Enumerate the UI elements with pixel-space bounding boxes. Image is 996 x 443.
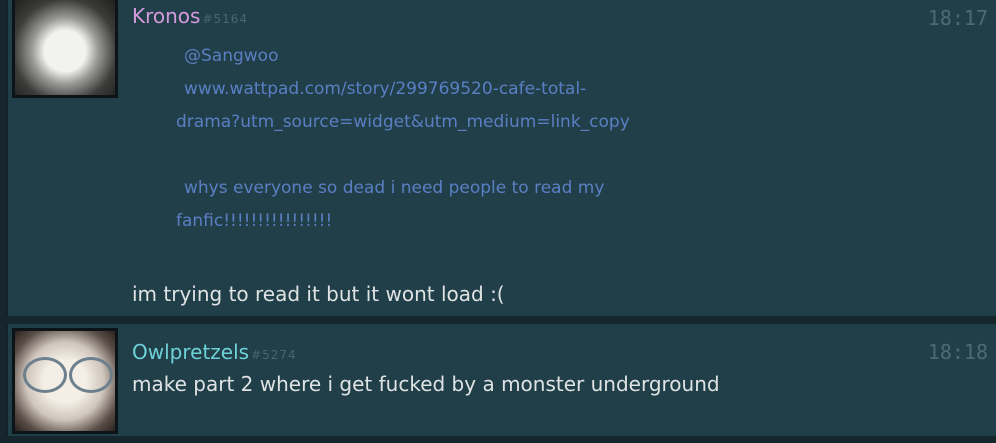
- quote-text-continued: fanfic!!!!!!!!!!!!!!!!: [176, 211, 333, 231]
- avatar[interactable]: [12, 0, 118, 98]
- quoted-message: @Sangwoo www.wattpad.com/story/299769520…: [176, 40, 816, 238]
- glasses-lens: [69, 357, 113, 393]
- link[interactable]: www.wattpad.com/story/299769520-cafe-tot…: [176, 73, 816, 106]
- chat-message: Owlpretzels #5274 18:18 make part 2 where…: [6, 324, 996, 436]
- avatar[interactable]: [12, 328, 118, 434]
- username[interactable]: Owlpretzels #5274: [132, 340, 297, 364]
- quote-text: whys everyone so dead i need people to r…: [184, 178, 605, 198]
- timestamp: 18:18: [927, 340, 988, 364]
- chat-message: Kronos #5164 18:17 @Sangwoo www.wattpad.c…: [6, 0, 996, 316]
- user-tag: #5274: [251, 348, 297, 362]
- timestamp: 18:17: [927, 6, 988, 30]
- user-tag: #5164: [202, 12, 249, 26]
- username[interactable]: Kronos #5164: [132, 4, 248, 28]
- link-continued[interactable]: drama?utm_source=widget&utm_medium=link_…: [176, 106, 816, 139]
- message-body: make part 2 where i get fucked by a mons…: [132, 372, 720, 396]
- username-text[interactable]: Kronos: [132, 4, 200, 28]
- username-text[interactable]: Owlpretzels: [132, 340, 249, 364]
- glasses-lens: [23, 357, 67, 393]
- message-body: im trying to read it but it wont load :(: [132, 282, 505, 306]
- mention[interactable]: @Sangwoo: [176, 40, 816, 73]
